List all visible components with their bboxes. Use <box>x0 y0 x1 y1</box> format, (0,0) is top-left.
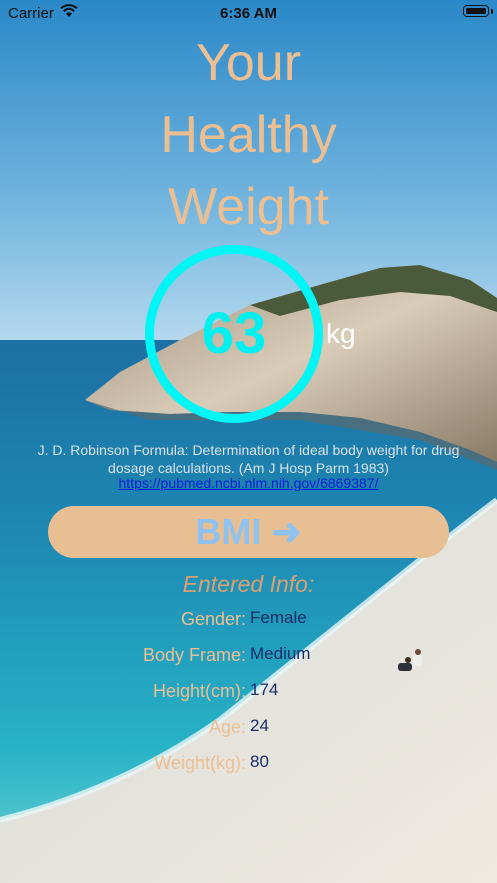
citation-link[interactable]: https://pubmed.ncbi.nlm.nih.gov/6869387/ <box>0 475 497 491</box>
body-frame-label: Body Frame: <box>142 645 246 665</box>
ideal-weight-value: 63 <box>201 301 267 366</box>
formula-citation: J. D. Robinson Formula: Determination of… <box>37 442 460 476</box>
age-label: Age: <box>208 717 246 737</box>
title-line-3: Weight <box>168 178 329 236</box>
battery-icon <box>463 5 489 17</box>
height-value: 174 <box>250 680 279 699</box>
age-value: 24 <box>250 716 269 735</box>
clock-time: 6:36 AM <box>220 5 277 22</box>
title-line-2: Healthy <box>160 106 337 164</box>
weight-unit: kg <box>326 318 356 349</box>
weight-value: 80 <box>250 752 269 771</box>
bmi-button-label: BMI ➜ <box>195 511 302 552</box>
weight-label: Weight(kg): <box>154 753 246 773</box>
title-line-1: Your <box>195 34 302 92</box>
bmi-button[interactable]: BMI ➜ <box>48 506 449 558</box>
gender-value: Female <box>250 608 307 627</box>
gender-label: Gender: <box>180 609 246 629</box>
body-frame-value: Medium <box>250 644 311 663</box>
height-label: Height(cm): <box>152 681 246 701</box>
entered-info-heading: Entered Info: <box>182 571 315 597</box>
